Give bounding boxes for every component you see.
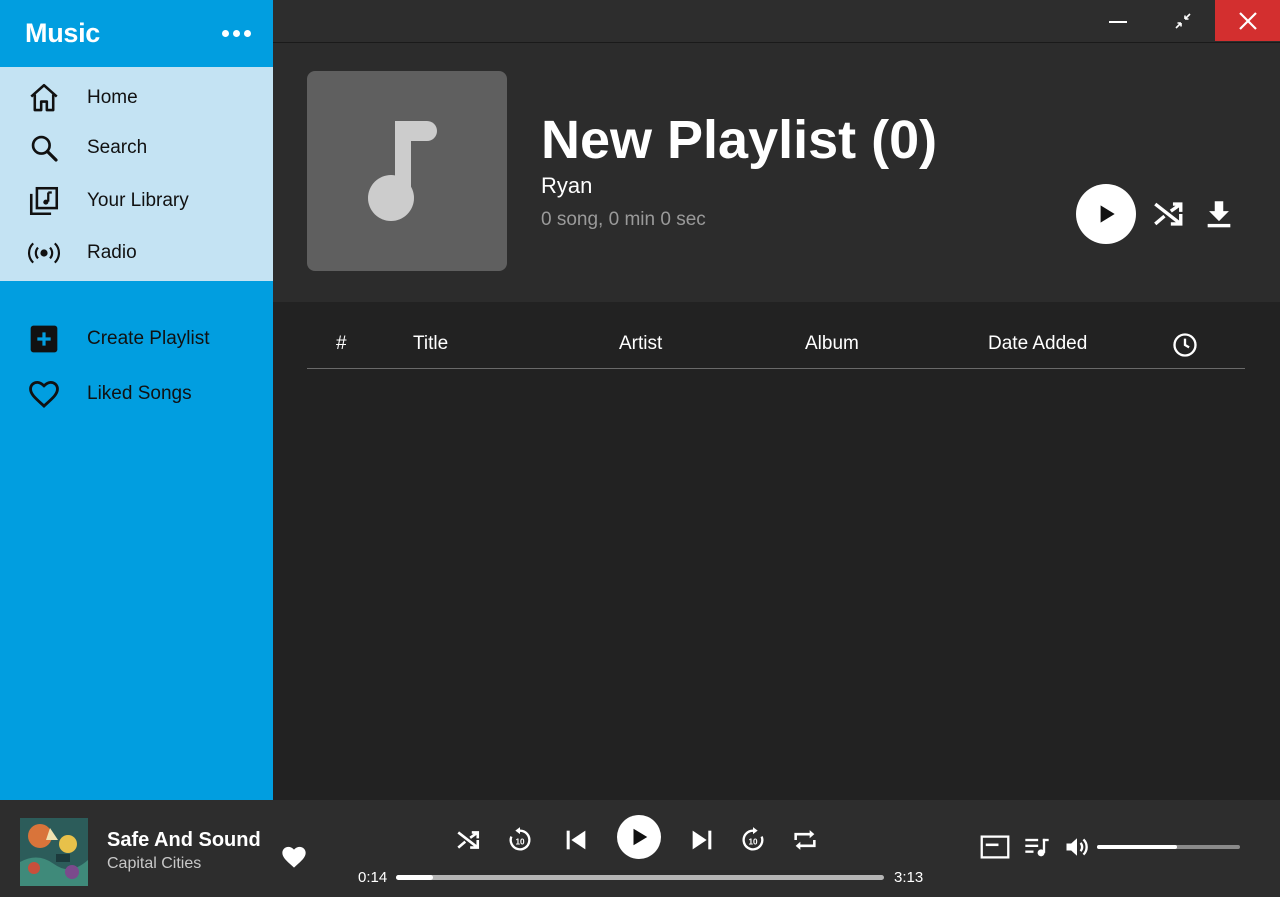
- minimize-icon: [1108, 20, 1127, 23]
- svg-text:10: 10: [515, 838, 525, 847]
- rewind-10-button[interactable]: 10: [506, 826, 534, 854]
- next-track-button[interactable]: [688, 826, 716, 854]
- shuffle-icon: [457, 831, 480, 849]
- queue-music-icon: [1025, 838, 1049, 857]
- music-note-icon: [368, 121, 437, 221]
- sidebar: Music Home Search Your Library Radio Cre…: [0, 0, 273, 800]
- library-icon: [26, 183, 62, 219]
- download-icon: [1207, 201, 1231, 228]
- repeat-button[interactable]: [791, 826, 819, 854]
- download-playlist-button[interactable]: [1202, 197, 1236, 236]
- column-album[interactable]: Album: [805, 333, 859, 355]
- sidebar-item-label: Your Library: [87, 189, 189, 211]
- playlist-header: New Playlist (0) Ryan 0 song, 0 min 0 se…: [273, 43, 1280, 302]
- sidebar-header: Music: [0, 0, 273, 67]
- sidebar-item-label: Radio: [87, 242, 137, 263]
- add-box-icon: [26, 321, 62, 357]
- lyrics-button[interactable]: [980, 833, 1010, 861]
- playlist-meta: 0 song, 0 min 0 sec: [541, 209, 706, 230]
- player-bar: Safe And Sound Capital Cities 10 10 0:14…: [0, 800, 1280, 897]
- close-button[interactable]: [1215, 0, 1280, 41]
- window-title-bar: [273, 0, 1280, 43]
- heart-outline-icon: [26, 376, 62, 412]
- like-track-button[interactable]: [280, 843, 308, 874]
- column-number[interactable]: #: [336, 333, 347, 355]
- sidebar-actions: Create Playlist Liked Songs: [0, 281, 273, 421]
- sidebar-item-search[interactable]: Search: [0, 123, 273, 173]
- play-pause-button[interactable]: [617, 815, 661, 859]
- sidebar-item-label: Search: [87, 137, 148, 158]
- column-title[interactable]: Title: [413, 333, 448, 355]
- play-icon: [1100, 205, 1115, 223]
- create-playlist-button[interactable]: Create Playlist: [0, 311, 273, 366]
- volume-button[interactable]: [1063, 833, 1091, 861]
- shuffle-icon: [1154, 202, 1183, 226]
- elapsed-time: 0:14: [358, 869, 388, 886]
- column-date-added[interactable]: Date Added: [988, 333, 1087, 355]
- queue-button[interactable]: [1023, 833, 1051, 861]
- repeat-icon: [794, 830, 816, 850]
- total-duration: 3:13: [894, 869, 924, 886]
- volume-slider[interactable]: [1097, 845, 1240, 849]
- liked-songs-label: Liked Songs: [87, 382, 192, 404]
- playlist-owner[interactable]: Ryan: [541, 173, 592, 199]
- svg-text:10: 10: [748, 838, 758, 847]
- liked-songs-button[interactable]: Liked Songs: [0, 366, 273, 421]
- radio-icon: [26, 235, 62, 271]
- column-artist[interactable]: Artist: [619, 333, 662, 355]
- volume-slider-fill: [1097, 845, 1178, 849]
- skip-previous-icon: [566, 830, 586, 850]
- track-title[interactable]: Safe And Sound: [107, 829, 261, 852]
- heart-filled-icon: [282, 846, 306, 868]
- seek-bar[interactable]: [396, 875, 884, 880]
- previous-track-button[interactable]: [562, 826, 590, 854]
- sidebar-item-radio[interactable]: Radio: [0, 228, 273, 278]
- forward-10-button[interactable]: 10: [739, 826, 767, 854]
- track-table-header: # Title Artist Album Date Added: [307, 323, 1245, 369]
- playlist-title: New Playlist (0): [541, 110, 938, 170]
- restore-button[interactable]: [1150, 0, 1215, 41]
- lyrics-icon: [980, 835, 1010, 859]
- app-title: Music: [25, 18, 101, 48]
- shuffle-button[interactable]: [455, 827, 481, 853]
- sidebar-item-label: Home: [87, 87, 138, 108]
- forward-10-icon: 10: [742, 827, 764, 851]
- skip-next-icon: [692, 830, 712, 850]
- volume-icon: [1066, 838, 1088, 856]
- create-playlist-label: Create Playlist: [87, 327, 210, 349]
- album-art[interactable]: [20, 818, 88, 886]
- sidebar-nav: Home Search Your Library Radio: [0, 67, 273, 281]
- clock-icon[interactable]: [1171, 331, 1199, 365]
- track-artist[interactable]: Capital Cities: [107, 855, 201, 873]
- replay-10-icon: 10: [509, 827, 531, 851]
- restore-icon: [1174, 12, 1191, 29]
- play-playlist-button[interactable]: [1076, 184, 1136, 244]
- shuffle-playlist-button[interactable]: [1151, 197, 1185, 236]
- search-icon: [26, 130, 62, 166]
- playlist-cover: [307, 71, 507, 271]
- seek-bar-fill: [396, 875, 433, 880]
- sidebar-item-home[interactable]: Home: [0, 73, 273, 123]
- play-icon: [633, 828, 648, 846]
- home-icon: [26, 80, 62, 116]
- minimize-button[interactable]: [1085, 0, 1150, 41]
- close-icon: [1238, 11, 1257, 30]
- sidebar-item-your-library[interactable]: Your Library: [0, 173, 273, 228]
- more-options-icon[interactable]: [222, 24, 251, 43]
